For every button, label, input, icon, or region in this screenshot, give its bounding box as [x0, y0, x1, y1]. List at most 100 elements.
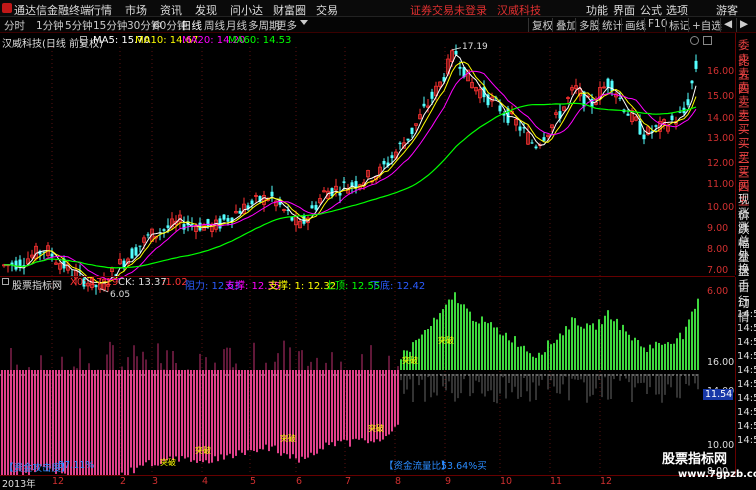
menu-formula[interactable]: 公式: [640, 2, 662, 18]
attack-value: 57.11%: [58, 460, 95, 471]
price-tick: 10.00: [707, 202, 735, 213]
candle-body: [134, 247, 138, 256]
period-tab-1min[interactable]: 1分钟: [36, 18, 64, 33]
tick-time: 14:50: [737, 393, 756, 404]
x-tick: 5: [250, 476, 257, 487]
watermark-title: 股票指标网: [662, 452, 728, 467]
x-tick: 8: [395, 476, 402, 487]
period-tab-monthly[interactable]: 月线: [226, 18, 247, 33]
tick-time: 14:50: [737, 309, 756, 320]
tick-time: 14:50: [737, 379, 756, 390]
signal-label: 突破: [160, 457, 176, 467]
tick-time: 14:50: [737, 421, 756, 432]
candle-body: [518, 126, 522, 131]
x-tick: 11: [550, 476, 563, 487]
candle-body: [694, 60, 698, 69]
period-tab-15min[interactable]: 15分钟: [93, 18, 127, 33]
signal-label: 突破: [368, 423, 384, 433]
more-dropdown-icon[interactable]: [300, 20, 308, 25]
candle-body: [454, 50, 458, 55]
price-tick: 11.00: [707, 179, 735, 190]
menu-trade[interactable]: 交易: [316, 2, 338, 18]
candle-body: [642, 134, 646, 140]
candle-body: [690, 80, 694, 84]
tick-time: 14:50: [737, 337, 756, 348]
price-tick: 8.00: [707, 244, 729, 255]
menu-options[interactable]: 选项: [666, 2, 688, 18]
prev-arrow-icon[interactable]: ◀: [720, 18, 735, 32]
x-tick: 2: [120, 476, 127, 487]
candle-body: [138, 245, 142, 247]
period-tab-weekly[interactable]: 周线: [204, 18, 225, 33]
menu-news[interactable]: 资讯: [160, 2, 182, 18]
price-tick: 13.00: [707, 133, 735, 144]
price-tick: 6.00: [707, 286, 729, 297]
period-tab-intraday[interactable]: 分时: [4, 18, 25, 33]
indicator-expand-icon[interactable]: [2, 278, 9, 285]
candle-body: [270, 191, 274, 197]
menu-wealth[interactable]: 财富圈: [273, 2, 306, 18]
candle-body: [222, 214, 226, 220]
ind-tick: 16.00: [707, 357, 735, 368]
indicator-bars: [0, 292, 700, 475]
tick-time: 14:50: [737, 351, 756, 362]
watermark-url: www.7gpzb.com: [678, 469, 756, 480]
menu-market[interactable]: 市场: [125, 2, 147, 18]
candle-body: [162, 229, 166, 231]
period-tab-daily[interactable]: 日线: [181, 18, 202, 33]
candle-body: [382, 160, 386, 165]
candle-body: [458, 66, 462, 69]
candle-body: [310, 205, 314, 209]
x-tick: 6: [296, 476, 303, 487]
next-arrow-icon[interactable]: ▶: [736, 18, 751, 32]
indicator-x0: X0: 17.19: [70, 277, 119, 288]
x-tick: 4: [202, 476, 209, 487]
signal-label: 突破: [280, 433, 296, 443]
candle-body: [314, 205, 318, 210]
candle-body: [430, 91, 434, 99]
candle-body: [606, 78, 610, 88]
menu-quotes[interactable]: 行情: [90, 2, 112, 18]
tick-time: 14:50: [737, 435, 756, 446]
x-tick: 3: [152, 476, 159, 487]
tick-time: 14:50: [737, 323, 756, 334]
indicator-v1: :1.02: [162, 277, 188, 288]
x-tick: 2013年: [2, 479, 36, 490]
candle-body: [342, 181, 346, 183]
user-guest[interactable]: 游客: [716, 2, 738, 18]
candlestick-series: [2, 44, 698, 295]
indicator-bottom: 下底: 12.42: [370, 281, 426, 292]
candle-body: [654, 125, 658, 127]
candle-body: [182, 224, 186, 230]
candle-body: [422, 103, 426, 107]
period-tab-multi[interactable]: 多周期: [248, 18, 280, 33]
candle-body: [626, 113, 630, 116]
indicator-ck: CK: 13.37: [118, 277, 167, 288]
menu-function[interactable]: 功能: [586, 2, 608, 18]
candle-body: [146, 234, 150, 236]
price-tick: 7.00: [707, 265, 729, 276]
menu-interface[interactable]: 界面: [613, 2, 635, 18]
x-tick: 12: [52, 476, 65, 487]
candle-body: [50, 253, 54, 257]
ma5-line: [4, 54, 697, 284]
candle-body: [618, 97, 622, 99]
candle-body: [166, 225, 170, 228]
candle-body: [338, 192, 342, 196]
candle-body: [498, 105, 502, 112]
price-tick: 9.00: [707, 223, 729, 234]
stock-name-title: 汉威科技: [497, 4, 541, 17]
indicator-name[interactable]: 股票指标网: [12, 277, 62, 292]
menu-discover[interactable]: 发现: [195, 2, 217, 18]
moving-average-lines: [4, 54, 697, 284]
candle-body: [238, 210, 242, 214]
ind-tick: 10.00: [707, 440, 735, 451]
period-tab-more[interactable]: 更多: [276, 18, 297, 33]
ind-current-marker: 11.54: [703, 389, 733, 400]
flow-value: 53.64%买: [441, 461, 487, 472]
menu-ask[interactable]: 问小达: [230, 2, 263, 18]
period-tab-5min[interactable]: 5分钟: [65, 18, 93, 33]
price-tick: 16.00: [707, 66, 735, 77]
low-price-label: 6.05: [110, 290, 130, 300]
broker-login-alert[interactable]: 证券交易未登录: [410, 2, 487, 18]
